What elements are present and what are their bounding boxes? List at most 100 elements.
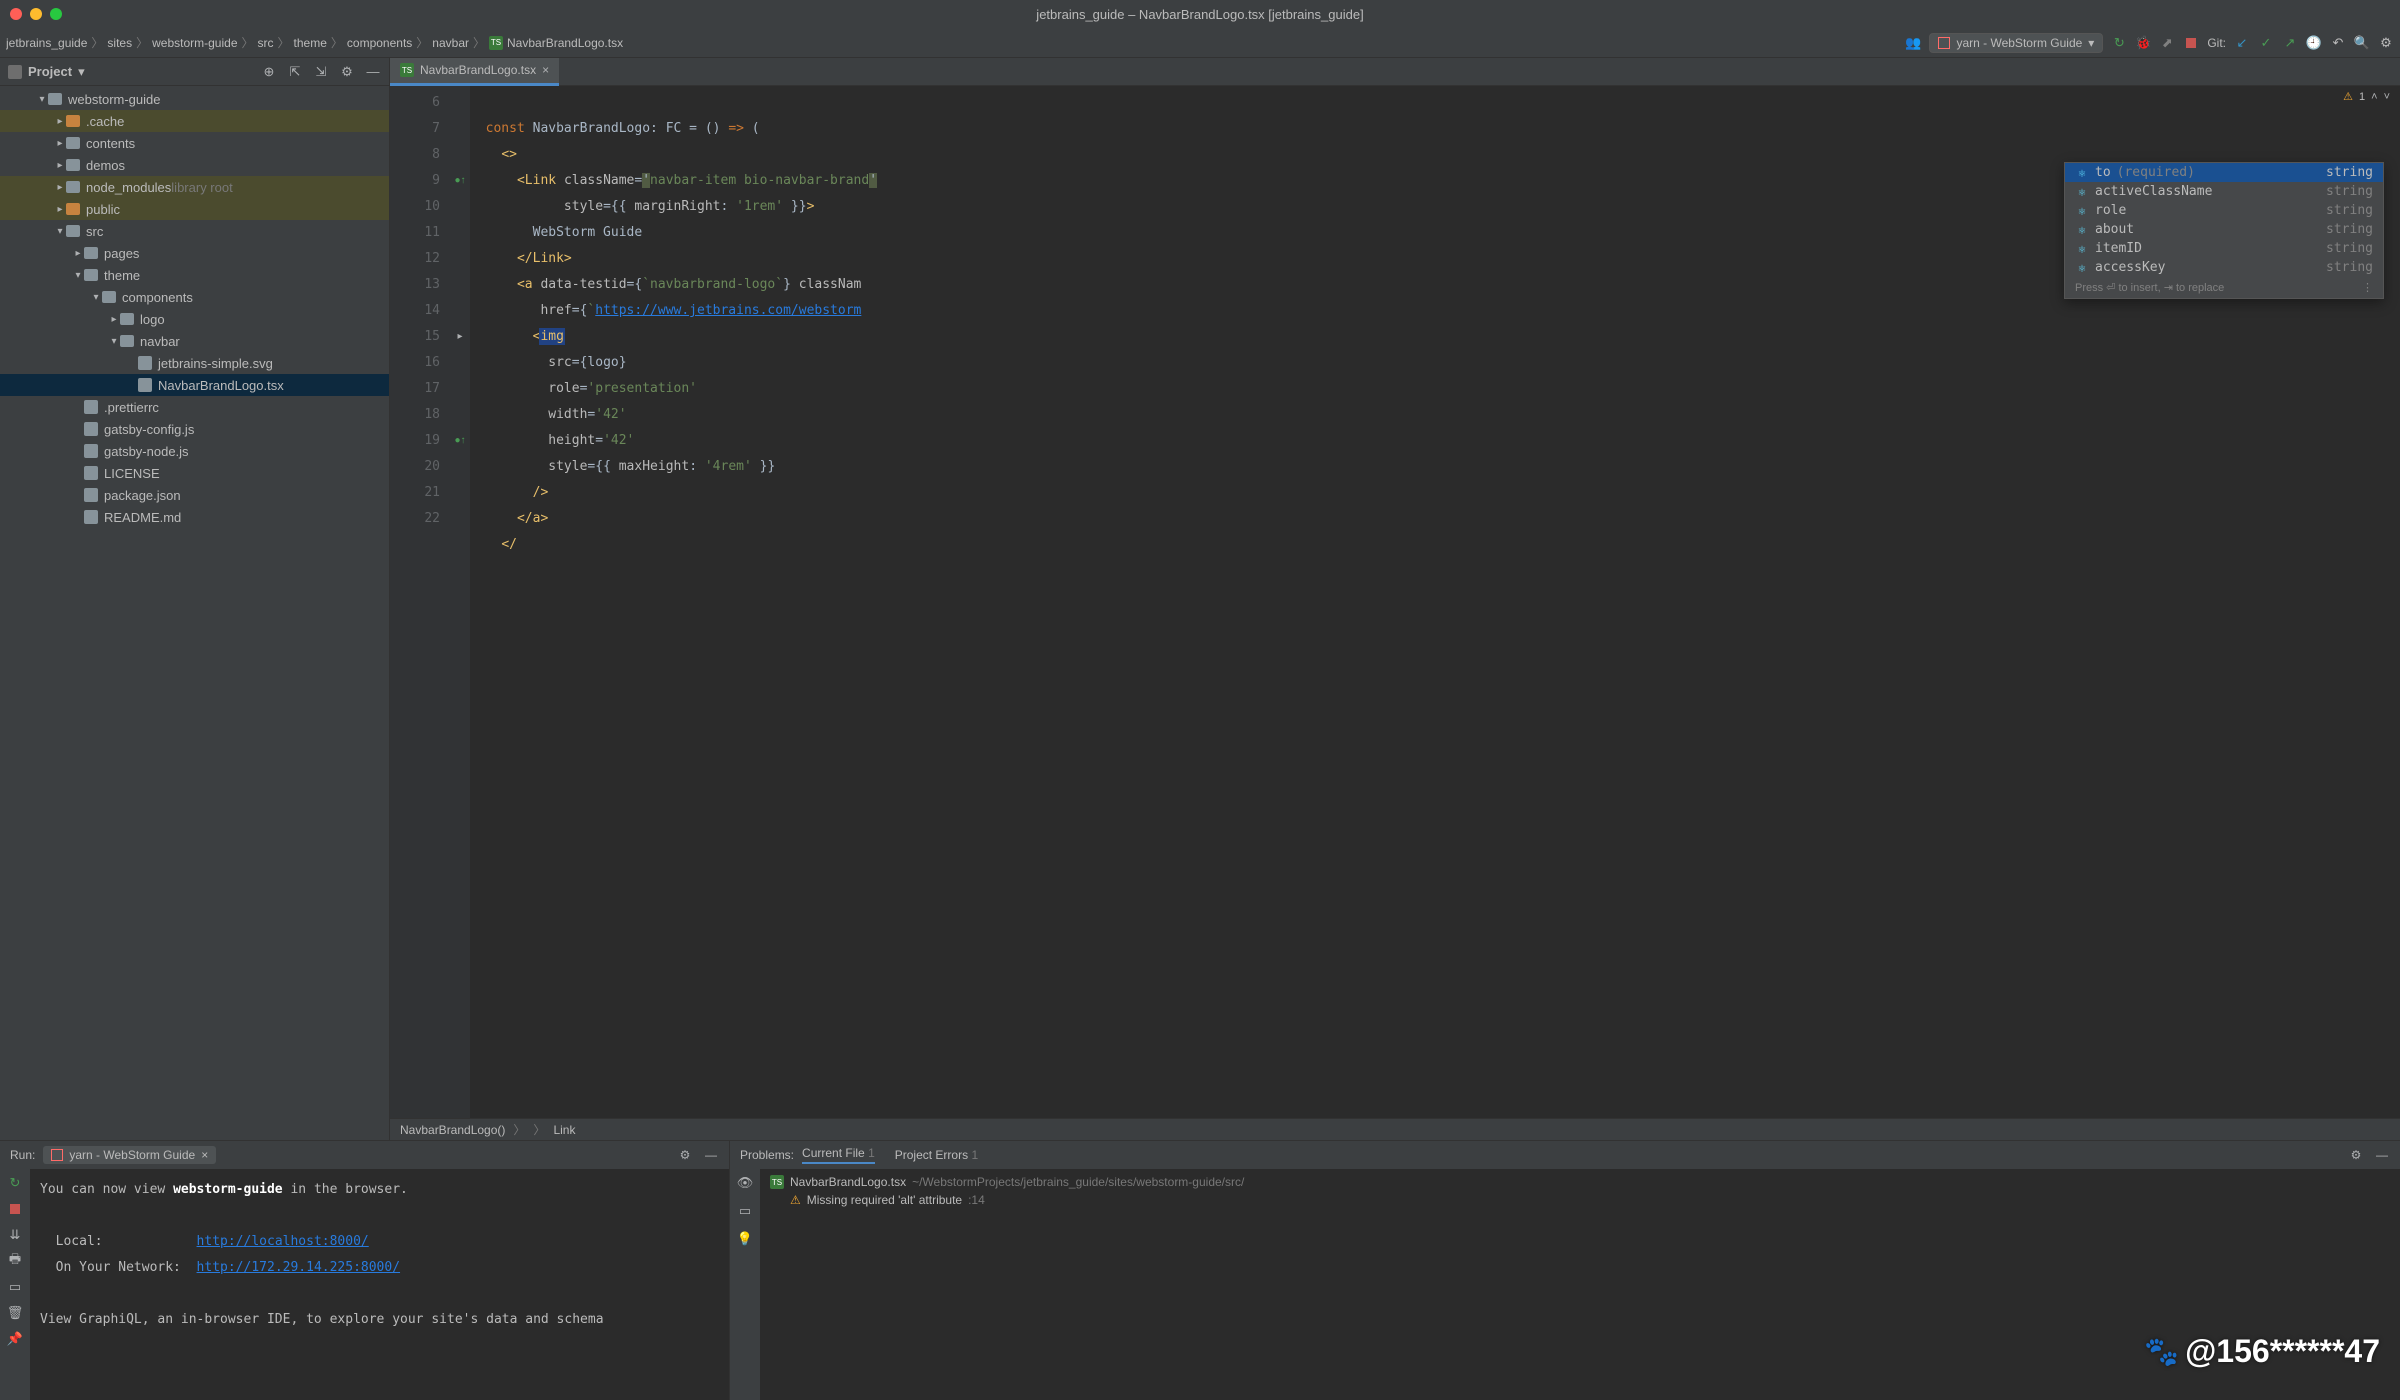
tree-row[interactable]: ▸.cache [0, 110, 389, 132]
tree-row[interactable]: gatsby-node.js [0, 440, 389, 462]
breadcrumb-file[interactable]: TSNavbarBrandLogo.tsx [489, 36, 623, 50]
undo-icon[interactable]: ↶ [2330, 35, 2346, 51]
tree-row[interactable]: ▸public [0, 198, 389, 220]
breadcrumb-item[interactable]: src [258, 36, 274, 50]
tree-row[interactable]: NavbarBrandLogo.tsx [0, 374, 389, 396]
completion-item[interactable]: ⚛rolestring [2065, 201, 2383, 220]
inspection-status[interactable]: ⚠ 1 ˄ ˅ [2343, 90, 2390, 103]
eye-icon[interactable]: 👁 [737, 1175, 753, 1191]
maximize-window-button[interactable] [50, 8, 62, 20]
tab-project-errors[interactable]: Project Errors 1 [895, 1148, 978, 1162]
tree-row[interactable]: ▾theme [0, 264, 389, 286]
users-icon[interactable]: 👥 [1905, 35, 1921, 51]
tree-row[interactable]: ▾navbar [0, 330, 389, 352]
completion-item[interactable]: ⚛activeClassNamestring [2065, 182, 2383, 201]
tree-row[interactable]: ▸node_modules library root [0, 176, 389, 198]
tree-row[interactable]: ▾webstorm-guide [0, 88, 389, 110]
tree-row[interactable]: ▸demos [0, 154, 389, 176]
rerun-icon[interactable]: ↻ [2111, 35, 2127, 51]
git-push-icon[interactable]: ↗ [2282, 35, 2298, 51]
chevron-icon[interactable]: ▸ [108, 314, 120, 325]
breadcrumb-item[interactable]: theme [294, 36, 327, 50]
settings-icon[interactable]: ⚙ [2378, 35, 2394, 51]
search-icon[interactable]: 🔍 [2354, 35, 2370, 51]
breadcrumb-item[interactable]: jetbrains_guide [6, 36, 87, 50]
completion-item[interactable]: ⚛to(required)string [2065, 163, 2383, 182]
tree-row[interactable]: ▾components [0, 286, 389, 308]
next-highlight-icon[interactable]: ˅ [2384, 91, 2390, 103]
project-tree[interactable]: ▾webstorm-guide▸.cache▸contents▸demos▸no… [0, 86, 389, 1140]
editor-crumb[interactable]: Link [553, 1123, 575, 1137]
stop-icon[interactable] [2183, 35, 2199, 51]
minimize-icon[interactable]: — [365, 64, 381, 80]
breadcrumb-item[interactable]: sites [107, 36, 132, 50]
chevron-icon[interactable]: ▾ [72, 270, 84, 281]
chevron-down-icon[interactable]: ▾ [78, 64, 85, 80]
completion-item[interactable]: ⚛itemIDstring [2065, 239, 2383, 258]
layout-icon[interactable]: ▭ [7, 1279, 23, 1295]
close-tab-icon[interactable]: × [201, 1148, 208, 1162]
gear-icon[interactable]: ⚙ [339, 64, 355, 80]
rerun-icon[interactable]: ↻ [7, 1175, 23, 1191]
chevron-icon[interactable]: ▸ [54, 138, 66, 149]
tree-row[interactable]: ▸pages [0, 242, 389, 264]
git-commit-icon[interactable]: ✓ [2258, 35, 2274, 51]
tab-current-file[interactable]: Current File 1 [802, 1146, 875, 1164]
code-editor[interactable]: 678910111213141516171819202122 ●↑ ▸ ●↑ c… [390, 86, 2400, 1118]
tree-row[interactable]: LICENSE [0, 462, 389, 484]
editor-crumb[interactable]: NavbarBrandLogo() [400, 1123, 505, 1137]
coverage-icon[interactable]: ⬈ [2159, 35, 2175, 51]
minimize-icon[interactable]: — [2374, 1147, 2390, 1163]
more-icon[interactable]: ⋮ [2362, 281, 2373, 294]
tree-row[interactable]: package.json [0, 484, 389, 506]
tree-row[interactable]: .prettierrc [0, 396, 389, 418]
chevron-icon[interactable]: ▾ [90, 292, 102, 303]
chevron-icon[interactable]: ▾ [108, 336, 120, 347]
chevron-icon[interactable]: ▸ [54, 160, 66, 171]
history-icon[interactable]: 🕘 [2306, 35, 2322, 51]
gear-icon[interactable]: ⚙ [677, 1147, 693, 1163]
expand-icon[interactable]: ⇱ [287, 64, 303, 80]
run-configuration-selector[interactable]: yarn - WebStorm Guide ▾ [1929, 33, 2103, 53]
collapse-icon[interactable]: ⇲ [313, 64, 329, 80]
debug-icon[interactable]: 🐞 [2135, 35, 2151, 51]
minimize-window-button[interactable] [30, 8, 42, 20]
layout-icon[interactable]: ▭ [737, 1203, 753, 1219]
tree-row[interactable]: ▸contents [0, 132, 389, 154]
breadcrumb-item[interactable]: components [347, 36, 412, 50]
chevron-icon[interactable]: ▸ [54, 116, 66, 127]
close-tab-icon[interactable]: × [542, 63, 549, 77]
breadcrumb-item[interactable]: navbar [432, 36, 469, 50]
chevron-icon[interactable]: ▾ [54, 226, 66, 237]
down-icon[interactable]: ⇊ [7, 1227, 23, 1243]
gear-icon[interactable]: ⚙ [2348, 1147, 2364, 1163]
chevron-icon[interactable]: ▸ [54, 204, 66, 215]
bulb-icon[interactable]: 💡 [737, 1231, 753, 1247]
tree-row[interactable]: ▸logo [0, 308, 389, 330]
tree-row[interactable]: gatsby-config.js [0, 418, 389, 440]
tree-row[interactable]: README.md [0, 506, 389, 528]
close-window-button[interactable] [10, 8, 22, 20]
local-url-link[interactable]: http://localhost:8000/ [197, 1234, 369, 1249]
run-output[interactable]: You can now view webstorm-guide in the b… [30, 1169, 729, 1400]
chevron-icon[interactable]: ▸ [54, 182, 66, 193]
chevron-icon[interactable]: ▾ [36, 94, 48, 105]
locate-icon[interactable]: ⊕ [261, 64, 277, 80]
run-tab[interactable]: yarn - WebStorm Guide × [43, 1146, 216, 1164]
trash-icon[interactable]: 🗑 [7, 1305, 23, 1321]
completion-item[interactable]: ⚛accessKeystring [2065, 258, 2383, 277]
minimize-icon[interactable]: — [703, 1147, 719, 1163]
stop-icon[interactable] [7, 1201, 23, 1217]
breadcrumb-item[interactable]: webstorm-guide [152, 36, 237, 50]
network-url-link[interactable]: http://172.29.14.225:8000/ [197, 1260, 401, 1275]
code-completion-popup[interactable]: ⚛to(required)string⚛activeClassNamestrin… [2064, 162, 2384, 299]
tree-row[interactable]: ▾src [0, 220, 389, 242]
tree-row[interactable]: jetbrains-simple.svg [0, 352, 389, 374]
editor-tab[interactable]: TS NavbarBrandLogo.tsx × [390, 58, 559, 86]
prev-highlight-icon[interactable]: ˄ [2371, 91, 2377, 103]
print-icon[interactable]: 🖶 [7, 1253, 23, 1269]
chevron-icon[interactable]: ▸ [72, 248, 84, 259]
git-update-icon[interactable]: ↙ [2234, 35, 2250, 51]
project-title[interactable]: Project [28, 64, 72, 79]
pin-icon[interactable]: 📌 [7, 1331, 23, 1347]
